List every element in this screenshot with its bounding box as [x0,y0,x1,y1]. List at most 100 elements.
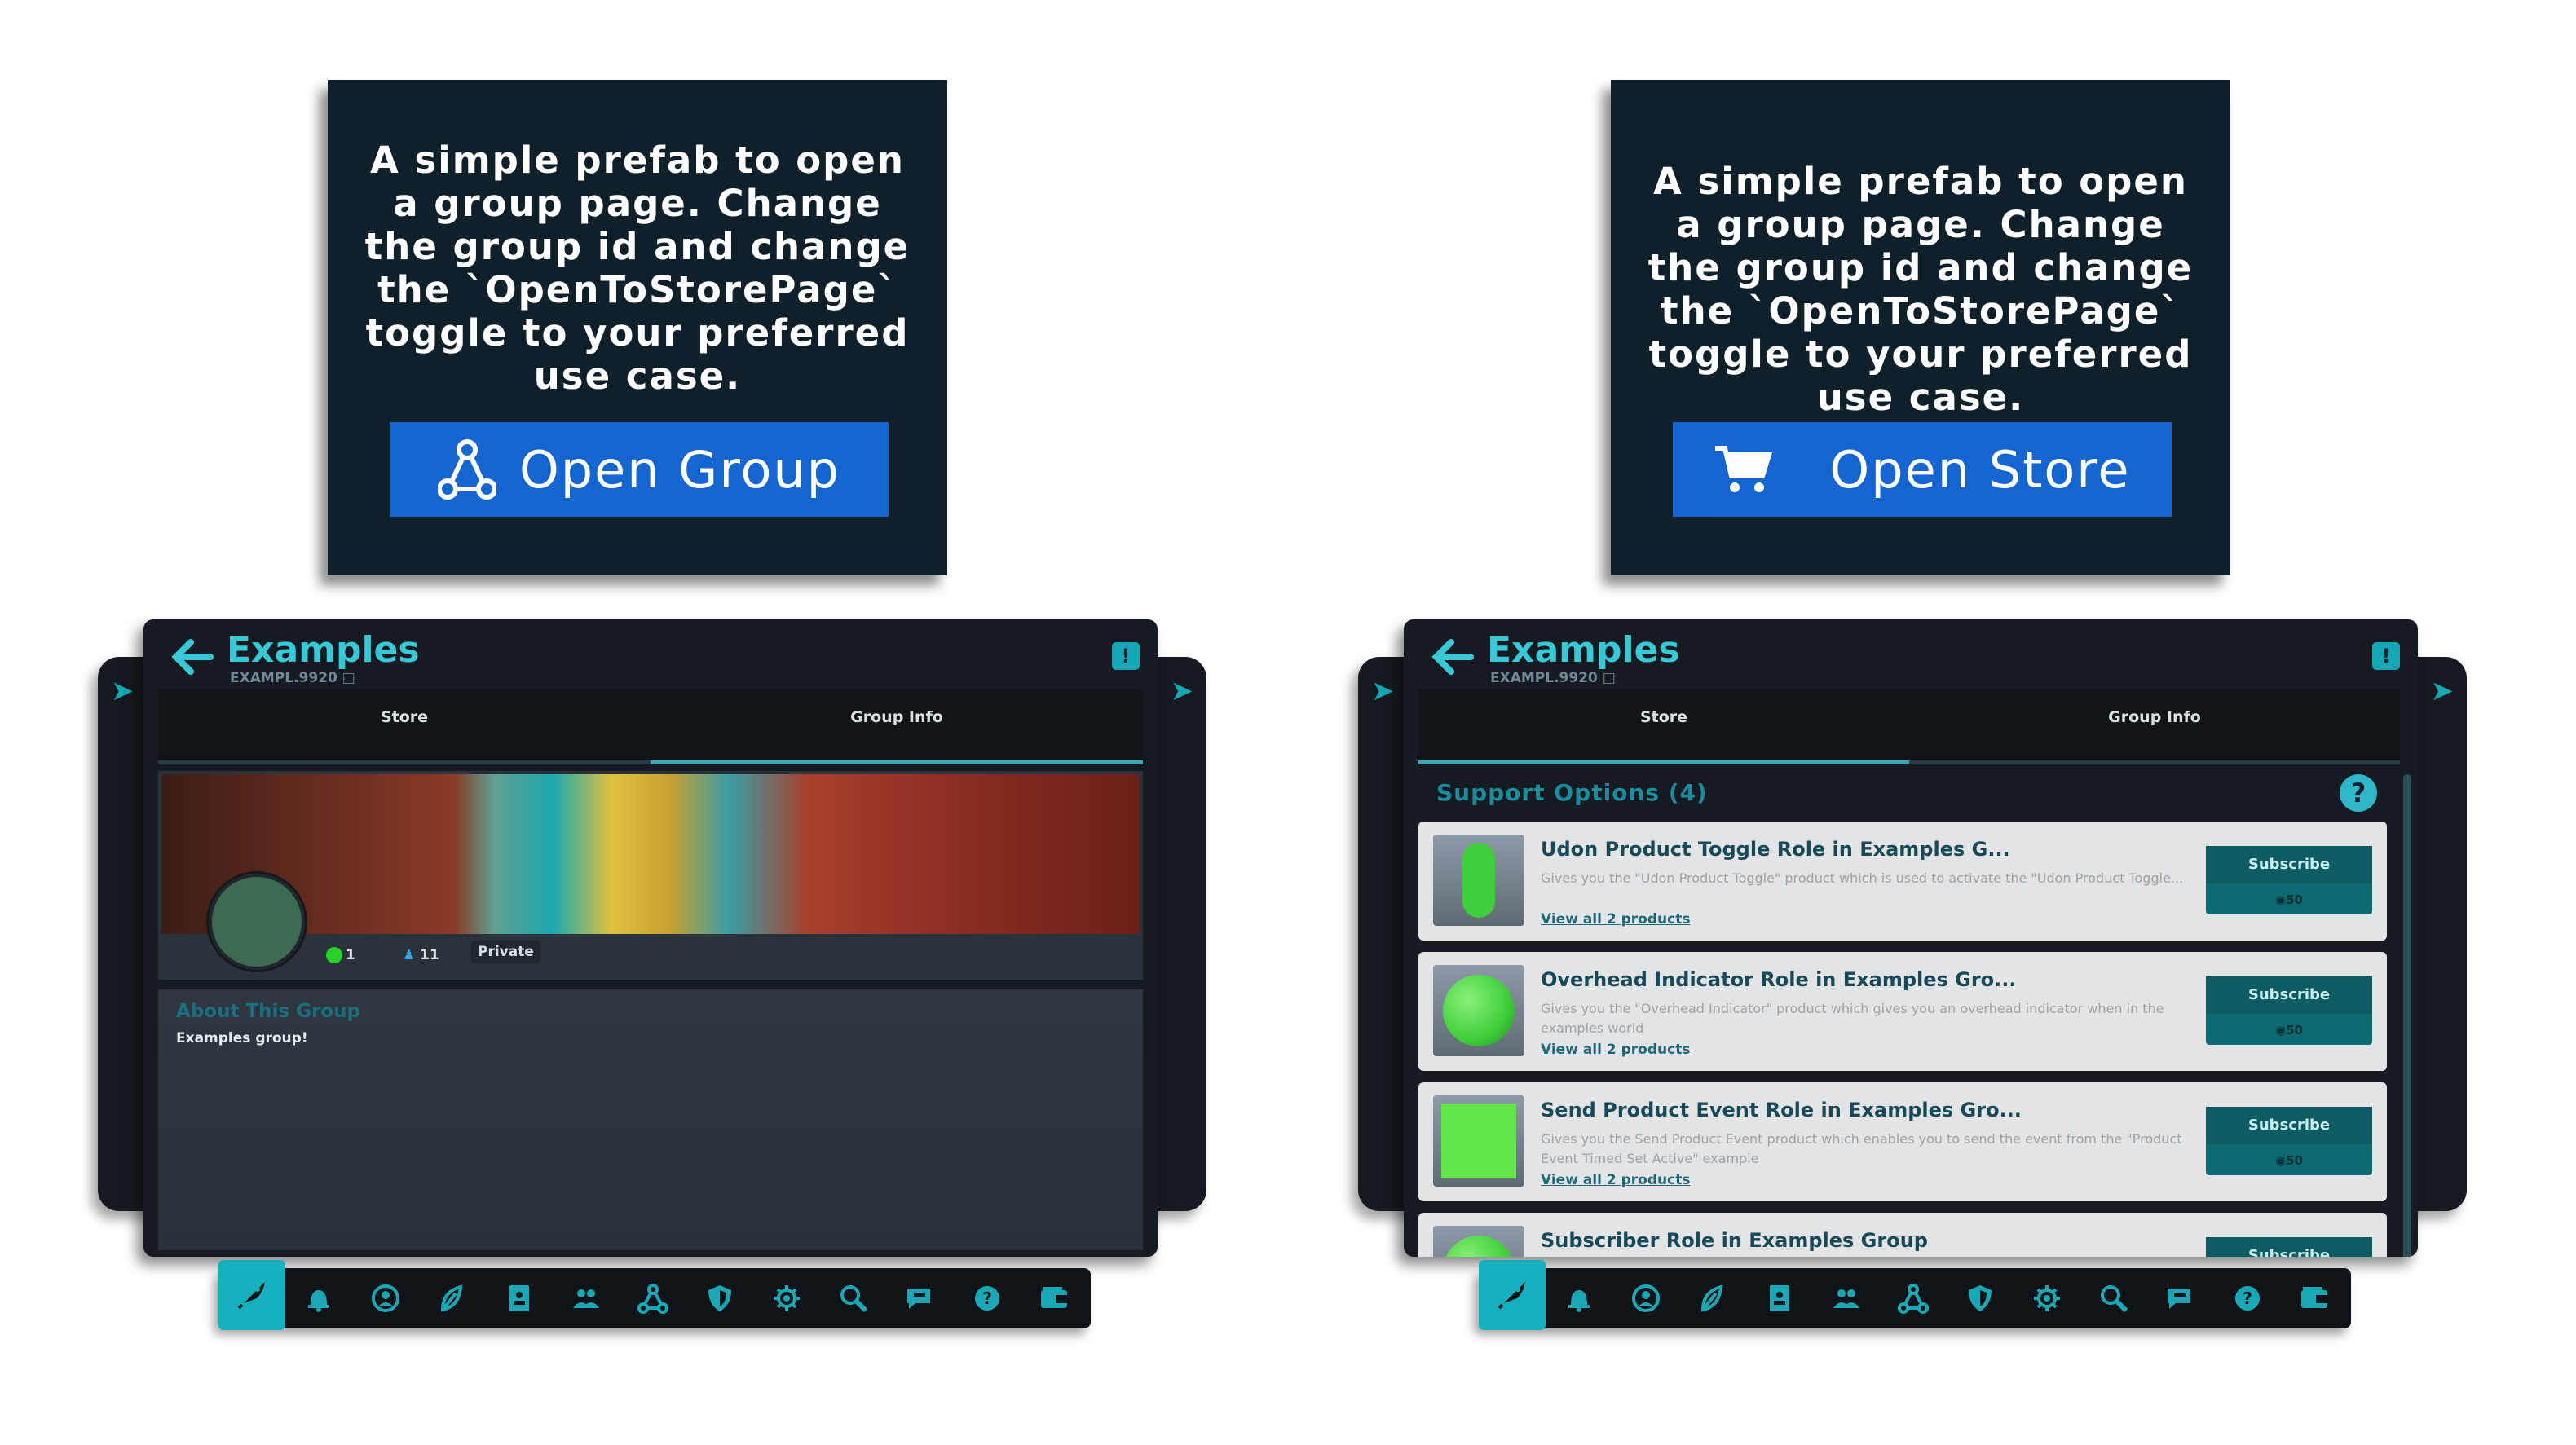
subscribe-button[interactable]: Subscribe ◉50 [2206,846,2372,914]
price: ◉50 [2206,1015,2372,1045]
product-card[interactable]: Overhead Indicator Role in Examples Gro.… [1418,952,2387,1071]
dock-search-button[interactable] [820,1268,887,1328]
group-network-icon [437,439,496,500]
tab-bar: Store Group Info [158,689,1143,764]
group-code-text: EXAMPL.9920 [230,670,337,686]
group-network-icon [1898,1284,1929,1314]
dock-contacts-book-button[interactable] [1746,1268,1813,1328]
dock-chat-button[interactable] [2147,1268,2214,1328]
dock-gear-button[interactable] [753,1268,820,1328]
view-products-link[interactable]: View all 2 products [1541,911,1690,927]
back-arrow-icon[interactable] [171,639,214,675]
members-icon: ♟ [403,947,416,963]
open-group-button[interactable]: Open Group [390,422,889,517]
product-card[interactable]: Subscriber Role in Examples Group Subscri… [1418,1213,2387,1257]
tab-store[interactable]: Store [158,689,651,764]
product-thumbnail [1433,965,1524,1056]
view-products-link[interactable]: View all 2 products [1541,1042,1690,1058]
dock-chat-button[interactable] [887,1268,954,1328]
dock-wallet-button[interactable] [2281,1268,2348,1328]
product-thumbnail [1433,835,1524,926]
subscribe-label: Subscribe [2206,976,2372,1014]
tab-store[interactable]: Store [1418,689,1909,764]
left-panel-description: A simple prefab to open a group page. Ch… [364,139,911,398]
help-icon: ? [975,1286,999,1311]
dock-help-button[interactable]: ? [2214,1268,2281,1328]
rocket-icon [1498,1282,1525,1310]
dock-bell-button[interactable] [285,1268,352,1328]
product-card[interactable]: Send Product Event Role in Examples Gro.… [1418,1082,2387,1201]
dock-shield-button[interactable] [1947,1268,2014,1328]
credits-icon: ◉ [2275,1153,2287,1168]
open-store-button[interactable]: Open Store [1673,422,2172,517]
view-products-link[interactable]: View all 2 products [1541,1172,1690,1188]
credits-icon: ◉ [2275,1023,2287,1037]
right-panel-description: A simple prefab to open a group page. Ch… [1647,160,2194,419]
copy-icon[interactable]: □ [342,670,355,686]
group-people-icon [573,1289,599,1308]
group-people-icon [1833,1289,1859,1308]
compass-icon [1700,1284,1723,1312]
dock-group-network-button[interactable] [1880,1268,1947,1328]
dock-search-button[interactable] [2080,1268,2147,1328]
report-icon[interactable]: ! [1112,642,1140,670]
search-icon [840,1285,868,1313]
menu-screen: Examples EXAMPL.9920 □ ! Store Group Inf… [1404,619,2418,1257]
product-card[interactable]: Udon Product Toggle Role in Examples G..… [1418,822,2387,941]
product-title: Overhead Indicator Role in Examples Gro.… [1541,968,2017,991]
back-arrow-icon[interactable] [1431,639,1474,675]
gear-icon [774,1285,800,1311]
dock-compass-button[interactable] [1679,1268,1746,1328]
tab-store-label: Store [1639,708,1688,726]
chat-icon [907,1289,930,1309]
price: ◉50 [2206,885,2372,914]
price-value: 50 [2286,1153,2303,1168]
menu-title: Examples [227,629,420,671]
online-dot-icon [326,947,342,963]
dock-compass-button[interactable] [419,1268,486,1328]
dock-user-circle-button[interactable] [1612,1268,1679,1328]
tab-store-indicator [158,760,651,764]
group-banner: 1 ♟ 11 Private [158,771,1143,980]
svg-text:?: ? [2243,1289,2252,1308]
tab-store-label: Store [380,708,429,726]
dock-help-button[interactable]: ? [954,1268,1021,1328]
dock-group-people-button[interactable] [1813,1268,1880,1328]
wing-feather-icon: ➤ [111,675,135,707]
dock-bell-button[interactable] [1546,1268,1612,1328]
product-description: Gives you the Send Product Event product… [1541,1131,2182,1166]
open-group-label: Open Group [518,439,841,500]
scrollbar[interactable] [2403,774,2411,1257]
dock-gear-button[interactable] [2014,1268,2080,1328]
tab-group-info[interactable]: Group Info [651,689,1143,764]
dock-group-network-button[interactable] [620,1268,686,1328]
subscribe-button[interactable]: Subscribe ◉50 [2206,1107,2372,1175]
wallet-icon [2301,1287,2327,1308]
tab-group-info[interactable]: Group Info [1909,689,2400,764]
subscribe-button[interactable]: Subscribe ◉50 [2206,976,2372,1045]
menu-screen: Examples EXAMPL.9920 □ ! Store Group Inf… [143,619,1158,1257]
dock-wallet-button[interactable] [1021,1268,1087,1328]
dock-group-people-button[interactable] [553,1268,620,1328]
help-icon[interactable]: ? [2340,774,2377,812]
report-icon[interactable]: ! [2372,642,2400,670]
subscribe-label: Subscribe [2206,1237,2372,1257]
wing-feather-icon: ➤ [1170,675,1194,707]
group-code[interactable]: EXAMPL.9920 □ [1490,670,1616,686]
dock-rocket-button[interactable] [1479,1260,1546,1330]
contacts-book-icon [509,1285,529,1311]
dock-user-circle-button[interactable] [352,1268,419,1328]
wallet-icon [1041,1287,1067,1308]
group-code[interactable]: EXAMPL.9920 □ [230,670,355,686]
bell-icon [308,1290,329,1312]
contacts-book-icon [1770,1285,1789,1311]
dock-contacts-book-button[interactable] [486,1268,553,1328]
price-value: 50 [2286,892,2303,907]
copy-icon[interactable]: □ [1603,670,1616,686]
subscribe-button[interactable]: Subscribe◉ [2206,1237,2372,1257]
dock-rocket-button[interactable] [218,1260,285,1330]
user-circle-icon [1632,1284,1660,1312]
dock-shield-button[interactable] [686,1268,753,1328]
product-thumbnail [1433,1226,1524,1257]
help-icon: ? [2235,1286,2260,1311]
